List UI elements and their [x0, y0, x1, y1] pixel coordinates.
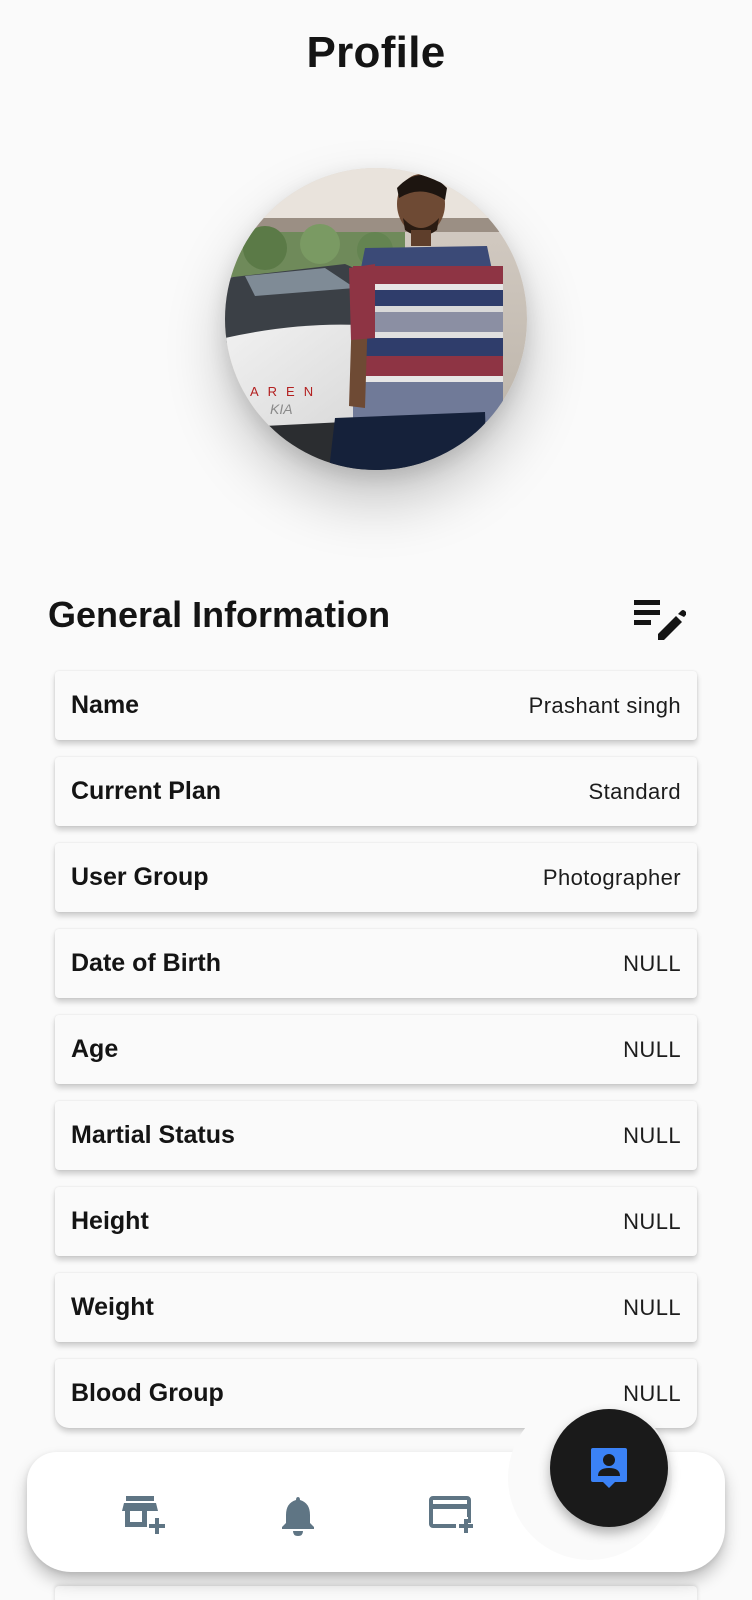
general-information-list: Name Prashant singh Current Plan Standar…	[55, 671, 697, 1445]
info-label: Current Plan	[71, 777, 222, 805]
info-row-weight: Weight NULL	[55, 1273, 697, 1342]
info-row-name: Name Prashant singh	[55, 671, 697, 740]
info-value: NULL	[623, 1122, 681, 1148]
section-title-general-information: General Information	[48, 594, 391, 635]
info-label: Height	[71, 1207, 149, 1235]
profile-screen: Profile AREN KIA General Information Nam…	[0, 0, 752, 1600]
info-value: NULL	[623, 1208, 681, 1234]
add-store-icon	[122, 1496, 165, 1534]
info-label: Blood Group	[71, 1379, 224, 1407]
nav-profile-fab[interactable]	[550, 1409, 668, 1527]
bell-icon	[282, 1497, 314, 1536]
info-value: Photographer	[542, 864, 681, 890]
info-value: Standard	[588, 778, 681, 804]
info-row-current-plan: Current Plan Standard	[55, 757, 697, 826]
nav-add-card-button[interactable]	[424, 1487, 480, 1543]
info-row-user-group: User Group Photographer	[55, 843, 697, 912]
svg-text:KIA: KIA	[270, 401, 293, 417]
info-label: Martial Status	[71, 1121, 235, 1149]
info-value: NULL	[623, 1380, 681, 1406]
info-label: Name	[71, 691, 140, 719]
info-label: Weight	[71, 1293, 154, 1321]
edit-list-icon	[634, 600, 687, 640]
nav-notifications-button[interactable]	[270, 1487, 326, 1543]
next-info-row-peek	[55, 1586, 697, 1600]
profile-badge-icon	[591, 1448, 627, 1488]
info-row-date-of-birth: Date of Birth NULL	[55, 929, 697, 998]
info-value: Prashant singh	[528, 692, 681, 718]
info-row-height: Height NULL	[55, 1187, 697, 1256]
edit-profile-button[interactable]	[630, 596, 687, 644]
info-row-age: Age NULL	[55, 1015, 697, 1084]
profile-avatar[interactable]: AREN KIA	[225, 168, 527, 470]
profile-photo: AREN KIA	[225, 168, 527, 470]
info-label: Age	[71, 1035, 119, 1063]
add-card-icon	[429, 1496, 476, 1533]
info-value: NULL	[623, 950, 681, 976]
info-label: User Group	[71, 863, 209, 891]
info-value: NULL	[623, 1036, 681, 1062]
info-label: Date of Birth	[71, 949, 221, 977]
page-title: Profile	[306, 28, 446, 77]
svg-text:AREN: AREN	[250, 384, 322, 399]
info-row-martial-status: Martial Status NULL	[55, 1101, 697, 1170]
info-value: NULL	[623, 1294, 681, 1320]
nav-add-store-button[interactable]	[116, 1487, 172, 1543]
